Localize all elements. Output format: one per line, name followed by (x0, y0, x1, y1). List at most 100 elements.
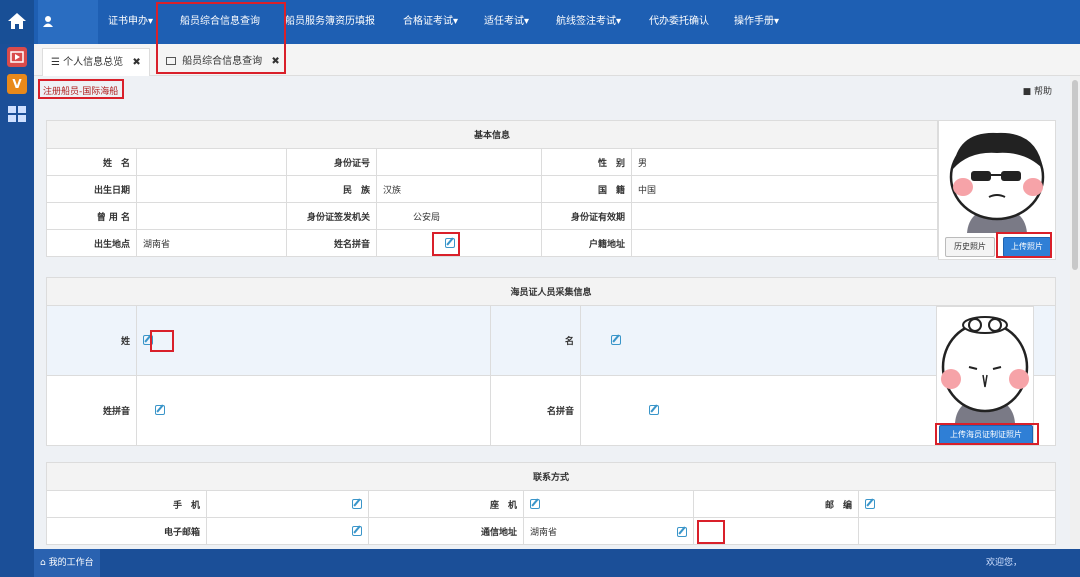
upload-seafarer-photo-button[interactable]: 上传海员证制证照片 (939, 425, 1033, 445)
label-gender: 性 别 (541, 148, 632, 176)
label-pinyin: 姓名拼音 (286, 229, 377, 257)
value-surname (136, 305, 491, 376)
label-ethnic: 民 族 (286, 175, 377, 203)
label-surname-pinyin: 姓拼音 (46, 375, 137, 446)
v-icon[interactable]: V (7, 74, 27, 94)
edit-address-icon[interactable] (677, 527, 688, 537)
edit-surname-pinyin-icon[interactable] (155, 405, 165, 416)
edit-phone-icon[interactable] (530, 498, 540, 509)
value-valid (631, 202, 938, 230)
seafarer-photo-panel: 上传海员证制证照片 (936, 306, 1034, 445)
value-birthplace: 湖南省 (136, 229, 287, 257)
breadcrumb: 注册船员-国际海船 (43, 87, 119, 97)
edit-pinyin-icon[interactable] (445, 237, 455, 248)
value-issuer: 公安局 (376, 202, 542, 230)
bottom-bar: ⌂ 我的工作台 欢迎您， (0, 549, 1080, 577)
nav-proxy-confirm[interactable]: 代办委托确认 (649, 0, 709, 44)
avatar-photo (939, 121, 1055, 233)
label-surname: 姓 (46, 305, 137, 376)
label-email: 电子邮箱 (46, 517, 207, 545)
value-surname-pinyin (136, 375, 491, 446)
value-ethnic: 汉族 (376, 175, 542, 203)
nav-service-record[interactable]: 船员服务簿资历填报 (285, 0, 375, 44)
value-mobile (206, 490, 369, 518)
value-gender: 男 (631, 148, 938, 176)
basic-info-table: 基本信息 姓 名 身份证号 性 别 男 出生日期 民 族 汉族 国 籍 中国 曾… (46, 120, 938, 257)
value-former-name (136, 202, 287, 230)
value-id-no (376, 148, 542, 176)
photo-panel: 历史照片 上传照片 (938, 120, 1056, 260)
label-nation: 国 籍 (541, 175, 632, 203)
contact-empty-cell (693, 517, 860, 545)
value-phone (522, 490, 695, 518)
nav-manual[interactable]: 操作手册▾ (734, 0, 779, 44)
tab-bar: ☰ 个人信息总览 ✖ 船员综合信息查询 ✖ (34, 44, 1080, 76)
seafarer-info-title: 海员证人员采集信息 (46, 277, 1056, 306)
contact-info-title: 联系方式 (46, 462, 1056, 491)
edit-mobile-icon[interactable] (352, 498, 362, 509)
value-pinyin (376, 229, 542, 257)
nav-competency-exam[interactable]: 适任考试▾ (484, 0, 529, 44)
welcome-text: 欢迎您， (986, 558, 1023, 568)
contact-empty-cell (858, 517, 1056, 545)
main-content: 注册船员-国际海船 ■ 帮助 基本信息 姓 名 身份证号 性 别 男 出生日期 … (34, 76, 1070, 549)
nav-crew-query[interactable]: 船员综合信息查询 (180, 0, 260, 44)
edit-zip-icon[interactable] (865, 498, 876, 509)
contact-info-table: 联系方式 手 机 座 机 邮 编 电子邮箱 通信地址 湖南省 (46, 462, 1056, 545)
label-name: 姓 名 (46, 148, 137, 176)
list-icon: ☰ (51, 57, 60, 68)
edit-surname-icon[interactable] (143, 335, 153, 346)
edit-email-icon[interactable] (352, 525, 362, 536)
scrollbar[interactable] (1070, 76, 1080, 549)
label-former-name: 曾 用 名 (46, 202, 137, 230)
book-icon: ■ (1022, 87, 1032, 97)
label-zip: 邮 编 (693, 490, 860, 518)
left-rail: V (0, 44, 34, 556)
scrollbar-thumb[interactable] (1072, 80, 1078, 270)
card-icon (166, 57, 176, 65)
seafarer-avatar-photo (937, 307, 1033, 423)
home-icon: ⌂ (40, 558, 46, 568)
label-mobile: 手 机 (46, 490, 207, 518)
value-nation: 中国 (631, 175, 938, 203)
label-id-no: 身份证号 (286, 148, 377, 176)
label-given-pinyin: 名拼音 (490, 375, 581, 446)
home-button[interactable] (0, 0, 34, 44)
label-household: 户籍地址 (541, 229, 632, 257)
workspace-button[interactable]: ⌂ 我的工作台 (34, 549, 100, 577)
edit-given-pinyin-icon[interactable] (649, 405, 659, 416)
tab-crew-query[interactable]: 船员综合信息查询 ✖ (158, 48, 288, 76)
nav-route-exam[interactable]: 航线签注考试▾ (556, 0, 621, 44)
close-icon[interactable]: ✖ (271, 56, 279, 67)
tab-personal-overview[interactable]: ☰ 个人信息总览 ✖ (42, 48, 150, 76)
value-email (206, 517, 369, 545)
nav-qualification-exam[interactable]: 合格证考试▾ (403, 0, 458, 44)
seafarer-info-table: 海员证人员采集信息 姓 名 姓拼音 名拼音 (46, 277, 1056, 446)
upload-photo-button[interactable]: 上传照片 (1003, 237, 1051, 257)
user-menu[interactable] (38, 0, 98, 44)
value-name (136, 148, 287, 176)
tab-label: 船员综合信息查询 (182, 56, 263, 67)
close-icon[interactable]: ✖ (132, 57, 140, 68)
value-zip (858, 490, 1056, 518)
value-address: 湖南省 (522, 517, 695, 545)
label-birth: 出生日期 (46, 175, 137, 203)
grid-icon[interactable] (7, 104, 27, 124)
nav-cert-apply[interactable]: 证书申办▾ (108, 0, 153, 44)
history-photo-button[interactable]: 历史照片 (945, 237, 995, 257)
user-icon (43, 16, 53, 27)
label-valid: 身份证有效期 (541, 202, 632, 230)
value-household (631, 229, 938, 257)
label-issuer: 身份证签发机关 (286, 202, 377, 230)
help-link[interactable]: ■ 帮助 (1023, 84, 1052, 97)
home-icon (8, 13, 26, 29)
value-birth (136, 175, 287, 203)
label-birthplace: 出生地点 (46, 229, 137, 257)
media-icon[interactable] (7, 47, 27, 67)
label-address: 通信地址 (368, 517, 524, 545)
tab-label: 个人信息总览 (63, 57, 124, 68)
edit-given-icon[interactable] (611, 335, 621, 346)
label-phone: 座 机 (368, 490, 524, 518)
basic-info-title: 基本信息 (46, 120, 938, 149)
label-given: 名 (490, 305, 581, 376)
